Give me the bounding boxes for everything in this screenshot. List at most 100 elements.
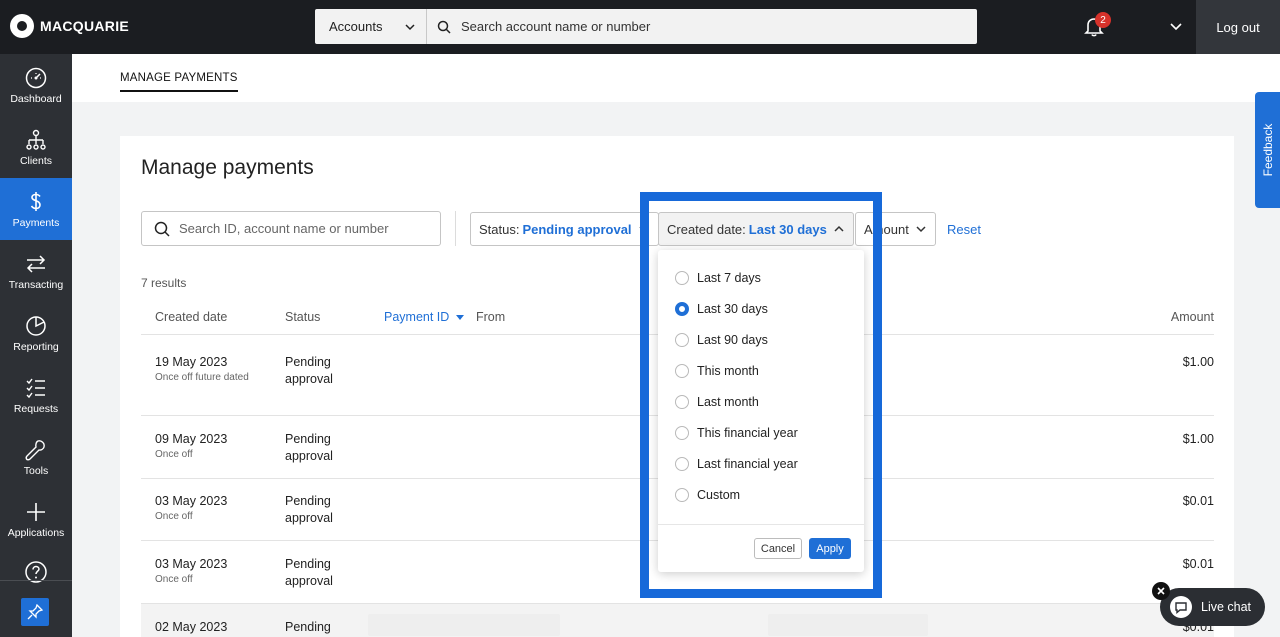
live-chat-button[interactable]: Live chat — [1160, 588, 1265, 626]
radio-button — [675, 426, 689, 440]
sidebar-item-requests[interactable]: Requests — [0, 364, 72, 426]
help-button[interactable] — [0, 550, 72, 594]
option-last-financial-year[interactable]: Last financial year — [675, 457, 798, 471]
option-label: Last 7 days — [697, 271, 761, 285]
sidebar-item-dashboard[interactable]: Dashboard — [0, 54, 72, 116]
row-status: Pending approval — [285, 355, 333, 386]
sidebar-item-label: Payments — [12, 216, 60, 229]
chevron-up-icon — [834, 225, 844, 232]
radio-button — [675, 364, 689, 378]
payment-search-placeholder: Search ID, account name or number — [179, 221, 389, 236]
status-filter-label: Status: — [479, 221, 520, 237]
payment-search-input[interactable]: Search ID, account name or number — [141, 211, 441, 246]
row-status: Pending approval — [285, 494, 333, 525]
feedback-tab[interactable]: Feedback — [1255, 92, 1280, 208]
account-search-placeholder: Search account name or number — [461, 19, 651, 34]
reset-filters-link[interactable]: Reset — [947, 222, 981, 237]
sidebar-item-label: Requests — [13, 402, 59, 415]
page-header: MANAGE PAYMENTS — [72, 54, 1280, 102]
tab-manage-payments[interactable]: MANAGE PAYMENTS — [120, 72, 238, 92]
created-date-filter-label: Created date: — [667, 221, 746, 237]
sidebar-item-clients[interactable]: Clients — [0, 116, 72, 178]
logout-button[interactable]: Log out — [1196, 0, 1280, 54]
option-label: This financial year — [697, 426, 798, 440]
amount-filter-label: Amount — [864, 221, 909, 237]
transfer-icon — [26, 254, 46, 273]
row-created-date: 02 May 2023 — [155, 620, 228, 634]
cancel-button[interactable]: Cancel — [754, 538, 802, 559]
feedback-label: Feedback — [1260, 123, 1275, 177]
column-header-from[interactable]: From — [476, 310, 505, 324]
wrench-icon — [25, 439, 45, 460]
account-type-select[interactable]: Accounts — [315, 9, 427, 44]
sidebar-item-label: Applications — [7, 526, 65, 539]
row-payment-type: Once off future dated — [155, 372, 249, 383]
dollar-icon — [30, 191, 41, 211]
chevron-down-icon — [639, 226, 649, 233]
close-chat-button[interactable] — [1152, 582, 1170, 600]
column-header-payment-id[interactable]: Payment ID — [384, 310, 465, 324]
filter-divider — [455, 211, 456, 246]
amount-filter-button[interactable]: Amount — [855, 212, 936, 246]
option-custom[interactable]: Custom — [675, 488, 740, 502]
sidebar-item-label: Dashboard — [10, 92, 62, 105]
sidebar-item-payments[interactable]: Payments — [0, 178, 72, 240]
option-label: This month — [697, 364, 759, 378]
loading-placeholder — [368, 614, 560, 636]
sidebar-item-transacting[interactable]: Transacting — [0, 240, 72, 302]
radio-button — [675, 333, 689, 347]
macquarie-logo[interactable]: MACQUARIE — [10, 14, 129, 38]
radio-button — [675, 488, 689, 502]
row-payment-type: Once off — [155, 449, 193, 460]
row-status: Pending approval — [285, 557, 333, 588]
sort-desc-icon — [456, 315, 465, 320]
top-bar: MACQUARIE Accounts Search account name o… — [0, 0, 1280, 54]
global-search: Accounts Search account name or number — [315, 9, 977, 44]
column-header-amount[interactable]: Amount — [1171, 310, 1214, 324]
user-menu-chevron-icon[interactable] — [1168, 18, 1184, 34]
pin-sidebar-button[interactable] — [21, 598, 49, 626]
apply-button[interactable]: Apply — [809, 538, 851, 559]
sidebar-item-tools[interactable]: Tools — [0, 426, 72, 488]
row-payment-type: Once off — [155, 574, 193, 585]
sidebar: Dashboard Clients Payments Transacting R… — [0, 54, 72, 637]
sidebar-item-reporting[interactable]: Reporting — [0, 302, 72, 364]
sidebar-divider — [0, 580, 72, 581]
option-this-month[interactable]: This month — [675, 364, 759, 378]
option-label: Last 30 days — [697, 302, 768, 316]
status-filter-button[interactable]: Status: Pending approval — [470, 212, 659, 246]
option-last-90-days[interactable]: Last 90 days — [675, 333, 768, 347]
clients-icon — [26, 129, 46, 150]
status-filter-value: Pending approval — [522, 221, 632, 237]
column-header-status[interactable]: Status — [285, 310, 320, 324]
sidebar-item-label: Transacting — [8, 278, 64, 291]
sidebar-item-label: Reporting — [13, 340, 59, 353]
row-status: Pending approval — [285, 432, 333, 463]
sidebar-item-applications[interactable]: Applications — [0, 488, 72, 550]
option-label: Last month — [697, 395, 759, 409]
radio-button — [675, 271, 689, 285]
live-chat-label: Live chat — [1201, 600, 1252, 614]
row-created-date: 03 May 2023 — [155, 494, 228, 508]
loading-placeholder — [768, 614, 928, 636]
option-last-7-days[interactable]: Last 7 days — [675, 271, 761, 285]
notification-badge: 2 — [1095, 12, 1111, 28]
results-count: 7 results — [141, 276, 187, 290]
row-created-date: 09 May 2023 — [155, 432, 228, 446]
search-icon — [154, 221, 170, 237]
created-date-filter-button[interactable]: Created date: Last 30 days — [658, 212, 854, 246]
logo-mark-icon — [10, 14, 34, 38]
pie-chart-icon — [26, 315, 46, 336]
option-label: Last financial year — [697, 457, 798, 471]
checklist-icon — [26, 378, 45, 398]
account-search-input[interactable]: Search account name or number — [427, 9, 977, 44]
plus-icon — [27, 502, 45, 521]
brand-name: MACQUARIE — [40, 18, 130, 34]
page-title: Manage payments — [141, 156, 314, 179]
pin-icon — [27, 604, 43, 620]
option-this-financial-year[interactable]: This financial year — [675, 426, 798, 440]
column-header-created-date[interactable]: Created date — [155, 310, 227, 324]
option-last-30-days[interactable]: Last 30 days — [675, 302, 768, 316]
option-last-month[interactable]: Last month — [675, 395, 759, 409]
radio-button — [675, 395, 689, 409]
